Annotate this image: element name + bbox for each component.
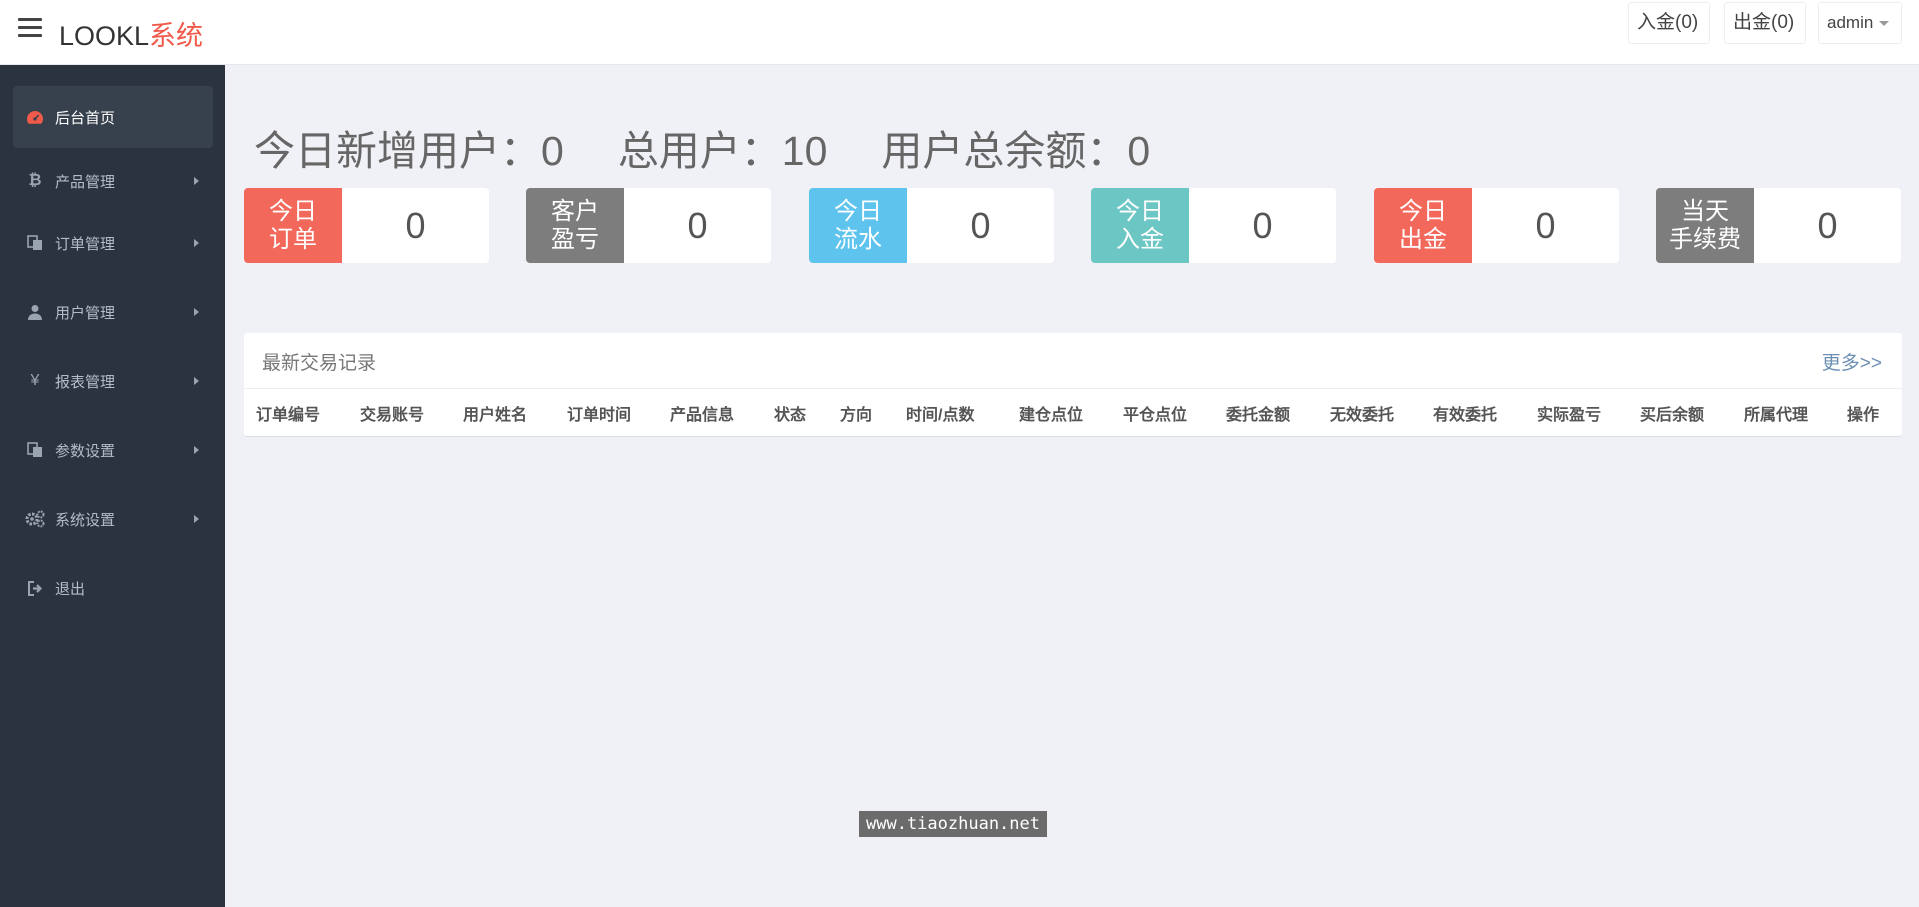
column-header: 建仓点位	[1019, 406, 1084, 424]
sidebar-item-label: 用户管理	[55, 304, 116, 322]
column-header: 委托金额	[1226, 406, 1291, 424]
stat-label-line1: 今日	[1399, 197, 1447, 225]
watermark-text: www.tiaozhuan.net	[859, 811, 1047, 837]
column-header: 交易账号	[360, 406, 425, 424]
column-header: 无效委托	[1330, 406, 1395, 424]
stat-label-line2: 出金	[1399, 225, 1447, 253]
stat-card-orders: 今日 订单 0	[244, 188, 489, 263]
top-header: LOOKL系统 入金(0) 出金(0) admin	[0, 0, 1919, 65]
stat-value: 0	[405, 205, 426, 246]
menu-toggle-icon[interactable]	[18, 18, 42, 38]
gears-icon	[25, 509, 45, 529]
dashboard-icon	[25, 107, 45, 127]
stat-badge: 客户 盈亏	[526, 188, 624, 263]
stat-card-deposit: 今日 入金 0	[1091, 188, 1336, 263]
stat-label-line1: 今日	[269, 197, 317, 225]
stat-card-flow: 今日 流水 0	[809, 188, 1054, 263]
brand-logo: LOOKL系统	[59, 14, 203, 53]
admin-dropdown[interactable]: admin	[1818, 2, 1902, 44]
stat-value: 0	[1817, 205, 1838, 246]
column-header: 有效委托	[1433, 406, 1498, 424]
panel-title: 最新交易记录	[262, 353, 377, 374]
deposit-button[interactable]: 入金(0)	[1628, 2, 1710, 44]
sidebar-item-logout[interactable]: 退出	[13, 557, 213, 619]
sidebar-item-orders[interactable]: 订单管理	[13, 212, 213, 274]
yen-icon: ¥	[30, 372, 40, 389]
stat-card-profit: 客户 盈亏 0	[526, 188, 771, 263]
stat-label-line2: 手续费	[1669, 225, 1741, 253]
chevron-right-icon	[194, 377, 199, 385]
column-header: 用户姓名	[463, 406, 528, 424]
chevron-right-icon	[194, 446, 199, 454]
records-table-header: 订单编号 交易账号 用户姓名 订单时间 产品信息 状态 方向 时间/点数 建仓点…	[244, 389, 1902, 436]
stat-value: 0	[970, 205, 991, 246]
sidebar: 后台首页 ₿ 产品管理 订单管理 用户管理 ¥ 报表管理 参数设置 系统设置 退…	[0, 65, 225, 907]
total-balance: 用户总余额：0	[881, 128, 1151, 174]
sidebar-item-label: 产品管理	[55, 173, 116, 191]
caret-down-icon	[1879, 21, 1890, 27]
sidebar-item-label: 系统设置	[55, 511, 116, 529]
stat-label-line2: 订单	[269, 225, 317, 253]
sidebar-item-users[interactable]: 用户管理	[13, 281, 213, 343]
column-header: 时间/点数	[906, 406, 975, 424]
column-header: 订单编号	[256, 406, 321, 424]
brand-accent: 系统	[149, 21, 204, 51]
column-header: 产品信息	[670, 406, 735, 424]
copy-icon	[25, 440, 45, 460]
summary-headline: 今日新增用户：0 总用户：10 用户总余额：0	[254, 117, 1204, 177]
new-users-today: 今日新增用户：0	[254, 128, 564, 174]
column-header: 状态	[774, 406, 807, 424]
sidebar-item-label: 退出	[55, 580, 86, 598]
stat-label-line2: 盈亏	[551, 225, 599, 253]
sidebar-item-label: 参数设置	[55, 442, 116, 460]
admin-label: admin	[1827, 13, 1874, 32]
sidebar-item-system[interactable]: 系统设置	[13, 488, 213, 550]
more-link[interactable]: 更多>>	[1822, 348, 1882, 375]
column-header: 买后余额	[1640, 406, 1705, 424]
user-icon	[25, 302, 45, 322]
sidebar-item-products[interactable]: ₿ 产品管理	[13, 150, 213, 212]
stat-label-line1: 今日	[1116, 197, 1164, 225]
sidebar-item-label: 后台首页	[55, 109, 116, 127]
stat-card-fee: 当天 手续费 0	[1656, 188, 1901, 263]
chevron-right-icon	[194, 308, 199, 316]
sign-out-icon	[25, 578, 45, 598]
stat-label-line2: 入金	[1116, 225, 1164, 253]
stat-label-line2: 流水	[834, 225, 882, 253]
sidebar-item-label: 报表管理	[55, 373, 116, 391]
column-header: 实际盈亏	[1537, 406, 1602, 424]
column-header: 订单时间	[567, 406, 632, 424]
brand-main: LOOKL	[59, 21, 150, 51]
copy-icon	[25, 233, 45, 253]
sidebar-item-label: 订单管理	[55, 235, 116, 253]
stat-badge: 今日 出金	[1374, 188, 1472, 263]
column-header: 所属代理	[1744, 406, 1809, 424]
latest-records-panel: 最新交易记录 更多>> 订单编号 交易账号 用户姓名 订单时间 产品信息 状态 …	[244, 333, 1902, 437]
stat-badge: 今日 订单	[244, 188, 342, 263]
chevron-right-icon	[194, 177, 199, 185]
chevron-right-icon	[194, 239, 199, 247]
stat-label-line1: 今日	[834, 197, 882, 225]
stat-badge: 今日 入金	[1091, 188, 1189, 263]
column-header: 平仓点位	[1123, 406, 1188, 424]
stat-card-withdraw: 今日 出金 0	[1374, 188, 1619, 263]
stat-value: 0	[1252, 205, 1273, 246]
total-users: 总用户：10	[617, 128, 828, 174]
stat-value: 0	[1535, 205, 1556, 246]
column-header: 方向	[840, 406, 873, 424]
sidebar-item-dashboard[interactable]: 后台首页	[13, 86, 213, 148]
stat-label-line1: 当天	[1681, 197, 1729, 225]
stat-label-line1: 客户	[551, 197, 599, 225]
stat-badge: 今日 流水	[809, 188, 907, 263]
sidebar-item-reports[interactable]: ¥ 报表管理	[13, 350, 213, 412]
chevron-right-icon	[194, 515, 199, 523]
column-header: 操作	[1847, 406, 1880, 424]
sidebar-item-params[interactable]: 参数设置	[13, 419, 213, 481]
stat-badge: 当天 手续费	[1656, 188, 1754, 263]
stat-value: 0	[687, 205, 708, 246]
bitcoin-icon: ₿	[28, 172, 42, 189]
withdraw-button[interactable]: 出金(0)	[1724, 2, 1806, 44]
